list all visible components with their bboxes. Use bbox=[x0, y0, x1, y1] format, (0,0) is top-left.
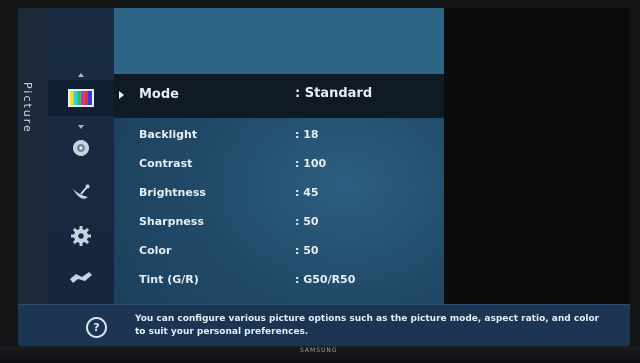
sound-icon bbox=[73, 140, 89, 156]
help-icon: ? bbox=[86, 317, 107, 338]
scroll-up-icon[interactable] bbox=[78, 73, 84, 77]
row-label: Color bbox=[139, 244, 172, 257]
row-value: : 50 bbox=[295, 244, 319, 257]
selection-caret-icon bbox=[119, 91, 124, 99]
row-label: Brightness bbox=[139, 186, 206, 199]
menu-row-contrast[interactable]: Contrast : 100 bbox=[114, 151, 444, 180]
settings-gear-icon bbox=[71, 226, 91, 246]
tv-screen: Picture Mode: Standard Backlight: 18 C… bbox=[18, 8, 630, 346]
row-value: : 100 bbox=[295, 157, 327, 170]
broadcast-icon bbox=[73, 184, 90, 199]
menu-item-sound[interactable] bbox=[48, 130, 114, 166]
row-value: : G50/R50 bbox=[295, 273, 356, 286]
empty-screen-area bbox=[444, 8, 630, 304]
picture-icon bbox=[68, 89, 94, 107]
support-icon bbox=[70, 272, 92, 283]
row-value: : 45 bbox=[295, 186, 319, 199]
row-label: Tint (G/R) bbox=[139, 273, 199, 286]
row-value: : Standard bbox=[295, 86, 373, 101]
help-bar: ? You can configure various picture opti… bbox=[18, 304, 630, 346]
menu-item-picture[interactable] bbox=[48, 80, 114, 116]
menu-row-tint[interactable]: Tint (G/R) : G50/R50 bbox=[114, 267, 444, 296]
menu-row-mode[interactable]: Mode : Standard bbox=[114, 74, 444, 118]
menu-row-brightness[interactable]: Brightness : 45 bbox=[114, 180, 444, 209]
scroll-down-icon[interactable] bbox=[78, 125, 84, 129]
menu-row-sharpness[interactable]: Sharpness : 50 bbox=[114, 209, 444, 238]
row-label: Contrast bbox=[139, 157, 193, 170]
row-label: Sharpness bbox=[139, 215, 204, 228]
menu-item-broadcast[interactable] bbox=[48, 176, 114, 212]
row-value: : 18 bbox=[295, 128, 319, 141]
menu-row-color[interactable]: Color : 50 bbox=[114, 238, 444, 267]
menu-category-strip: Picture bbox=[18, 8, 48, 304]
menu-row-backlight[interactable]: Backlight : 18 bbox=[114, 122, 444, 151]
menu-category-label: Picture bbox=[21, 82, 34, 134]
menu-header-band bbox=[114, 8, 444, 74]
help-text: You can configure various picture option… bbox=[135, 314, 600, 337]
menu-item-system[interactable] bbox=[48, 218, 114, 254]
row-value: : 50 bbox=[295, 215, 319, 228]
brand-logo: SAMSUNG bbox=[300, 347, 338, 354]
menu-icon-column bbox=[48, 8, 114, 304]
menu-item-support[interactable] bbox=[48, 260, 114, 296]
row-label: Backlight bbox=[139, 128, 198, 141]
row-label: Mode bbox=[139, 87, 179, 102]
